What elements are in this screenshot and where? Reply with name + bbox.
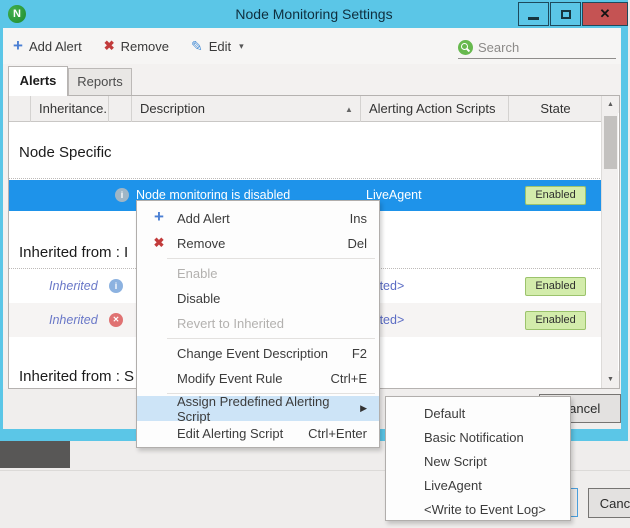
menu-shortcut: Ins (350, 211, 367, 226)
close-button[interactable]: ✕ (582, 2, 628, 26)
col-icon[interactable] (109, 96, 132, 122)
info-icon: i (115, 188, 129, 202)
status-badge: Enabled (525, 311, 585, 330)
state-badge-wrap: Enabled (509, 311, 602, 330)
menu-label: Disable (177, 291, 220, 306)
screen: Cancel N Node Monitoring Settings ✕ + Ad… (0, 0, 630, 528)
state-badge-wrap: Enabled (509, 277, 602, 296)
col-description[interactable]: Description (132, 96, 361, 122)
menu-item-remove[interactable]: ✖ Remove Del (137, 231, 379, 256)
menu-item-modify-event-rule[interactable]: Modify Event Rule Ctrl+E (137, 366, 379, 391)
menu-shortcut: Ctrl+Enter (308, 426, 367, 441)
submenu-item-liveagent[interactable]: LiveAgent (386, 473, 570, 497)
menu-item-add-alert[interactable]: + Add Alert Ins (137, 206, 379, 231)
status-badge: Enabled (525, 186, 585, 205)
menu-label: Change Event Description (177, 346, 328, 361)
menu-label: Revert to Inherited (177, 316, 284, 331)
col-state[interactable]: State (509, 96, 602, 122)
menu-item-enable: Enable (137, 261, 379, 286)
table-header: Inheritance... Description ▲ Alerting Ac… (9, 96, 602, 122)
menu-item-revert-to-inherited: Revert to Inherited (137, 311, 379, 336)
group-header-inherited-1: Inherited from : I (19, 244, 128, 261)
background-cancel-button[interactable]: Cancel (588, 488, 630, 518)
menu-label: Edit Alerting Script (177, 426, 283, 441)
col-selector[interactable] (9, 96, 31, 122)
add-alert-button[interactable]: + Add Alert (13, 39, 82, 54)
menu-label: Remove (177, 236, 225, 251)
menu-shortcut: F2 (352, 346, 367, 361)
scroll-down-icon[interactable]: ▼ (602, 371, 619, 388)
state-badge-wrap: Enabled (509, 186, 602, 205)
maximize-button[interactable] (550, 2, 581, 26)
menu-label: Add Alert (177, 211, 230, 226)
menu-shortcut: Ctrl+E (331, 371, 367, 386)
alerting-script-submenu: Default Basic Notification New Script Li… (385, 396, 571, 521)
minimize-icon (528, 17, 539, 20)
group-header-inherited-2: Inherited from : S (19, 368, 134, 385)
col-inheritance[interactable]: Inheritance... (31, 96, 109, 122)
group-header-node-specific: Node Specific (19, 144, 112, 161)
edit-dropdown-button[interactable]: ✎ Edit ▾ (191, 38, 244, 55)
menu-label: Assign Predefined Alerting Script (177, 394, 360, 424)
menu-item-change-event-description[interactable]: Change Event Description F2 (137, 341, 379, 366)
menu-separator (167, 258, 375, 259)
vertical-scrollbar[interactable]: ▲ ▼ (601, 96, 618, 388)
status-badge: Enabled (525, 277, 585, 296)
col-alerting-action-scripts[interactable]: Alerting Action Scripts (361, 96, 509, 122)
scroll-up-icon[interactable]: ▲ (602, 96, 619, 113)
menu-item-disable[interactable]: Disable (137, 286, 379, 311)
toolbar: + Add Alert ✖ Remove ✎ Edit ▾ (3, 28, 621, 64)
remove-button[interactable]: ✖ Remove (104, 38, 169, 54)
plus-icon: + (151, 210, 167, 224)
menu-label: Enable (177, 266, 217, 281)
menu-item-edit-alerting-script[interactable]: Edit Alerting Script Ctrl+Enter (137, 421, 379, 446)
edit-label: Edit (209, 39, 231, 54)
submenu-arrow-icon: ▶ (360, 403, 367, 414)
divider (9, 178, 602, 179)
pencil-icon: ✎ (191, 38, 203, 55)
submenu-item-new-script[interactable]: New Script (386, 449, 570, 473)
search-box[interactable] (458, 37, 616, 59)
error-icon: ✕ (109, 313, 123, 327)
submenu-item-basic-notification[interactable]: Basic Notification (386, 425, 570, 449)
sort-ascending-icon: ▲ (345, 105, 353, 114)
submenu-item-write-to-event-log[interactable]: <Write to Event Log> (386, 497, 570, 521)
remove-icon: ✖ (104, 38, 115, 54)
remove-label: Remove (121, 39, 169, 54)
chevron-down-icon: ▾ (239, 41, 244, 52)
submenu-item-default[interactable]: Default (386, 401, 570, 425)
tab-reports[interactable]: Reports (68, 68, 132, 96)
menu-label: Modify Event Rule (177, 371, 283, 386)
inheritance-label: Inherited (49, 279, 98, 293)
add-alert-label: Add Alert (29, 39, 82, 54)
menu-shortcut: Del (347, 236, 367, 251)
search-icon (458, 40, 473, 55)
remove-icon: ✖ (151, 235, 167, 251)
context-menu: + Add Alert Ins ✖ Remove Del Enable Disa… (136, 200, 380, 448)
search-input[interactable] (478, 40, 598, 55)
close-icon: ✕ (600, 6, 611, 22)
minimize-button[interactable] (518, 2, 549, 26)
maximize-icon (561, 10, 571, 19)
plus-icon: + (13, 39, 23, 53)
background-window-fragment (0, 441, 70, 468)
menu-item-assign-predefined-alerting-script[interactable]: Assign Predefined Alerting Script ▶ (137, 396, 379, 421)
menu-separator (167, 338, 375, 339)
titlebar[interactable]: N Node Monitoring Settings ✕ (0, 0, 628, 28)
scrollbar-thumb[interactable] (604, 116, 617, 169)
inheritance-label: Inherited (49, 313, 98, 327)
info-icon: i (109, 279, 123, 293)
tab-alerts[interactable]: Alerts (8, 66, 68, 96)
